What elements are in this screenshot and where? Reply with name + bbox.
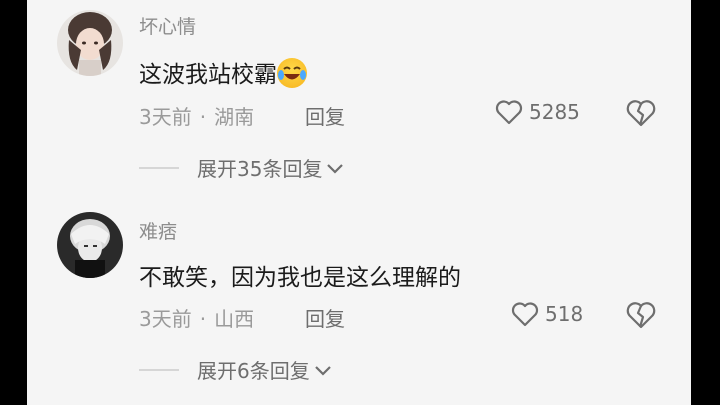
divider-line: [139, 166, 179, 169]
comment-meta: 3天前 · 山西: [139, 303, 254, 332]
reply-button[interactable]: 回复: [305, 101, 345, 130]
like-button[interactable]: 518: [511, 301, 583, 327]
comment-time: 3天前: [139, 307, 192, 331]
comment-time: 3天前: [139, 105, 192, 129]
comment-item: 坏心情 这波我站校霸 3天前 · 湖南 回复 5285 展开35条回复: [27, 0, 691, 200]
divider-line: [139, 368, 179, 371]
expand-replies-button[interactable]: 展开35条回复: [139, 153, 346, 182]
dislike-button[interactable]: [625, 300, 657, 330]
username[interactable]: 难痞: [139, 217, 177, 244]
expand-replies-button[interactable]: 展开6条回复: [139, 355, 334, 384]
username[interactable]: 坏心情: [139, 12, 196, 39]
broken-heart-icon: [626, 302, 656, 329]
chevron-down-icon: [327, 163, 344, 174]
broken-heart-icon: [626, 100, 656, 127]
comment-list: 坏心情 这波我站校霸 3天前 · 湖南 回复 5285 展开35条回复 难痞 不…: [27, 0, 691, 405]
avatar[interactable]: [57, 10, 123, 76]
meta-separator: ·: [199, 105, 207, 129]
comment-text: 不敢笑，因为我也是这么理解的: [139, 258, 461, 292]
laughing-crying-emoji-icon: [277, 58, 307, 88]
heart-outline-icon: [511, 302, 539, 327]
chevron-down-icon: [314, 365, 331, 376]
comment-text-content: 这波我站校霸: [139, 62, 277, 88]
like-button[interactable]: 5285: [495, 99, 580, 125]
expand-replies-label: 展开35条回复: [197, 157, 323, 181]
meta-separator: ·: [199, 307, 207, 331]
comment-meta: 3天前 · 湖南: [139, 101, 254, 130]
like-count: 518: [545, 302, 584, 326]
comment-location: 湖南: [214, 105, 255, 129]
reply-button[interactable]: 回复: [305, 303, 345, 332]
dislike-button[interactable]: [625, 98, 657, 128]
comment-text: 这波我站校霸: [139, 55, 307, 89]
comment-text-content: 不敢笑，因为我也是这么理解的: [139, 265, 461, 291]
comment-item: 难痞 不敢笑，因为我也是这么理解的 3天前 · 山西 回复 518 展开6条回复: [27, 200, 691, 405]
expand-replies-label: 展开6条回复: [197, 359, 310, 383]
avatar[interactable]: [57, 212, 123, 278]
comment-location: 山西: [214, 307, 255, 331]
heart-outline-icon: [495, 100, 523, 125]
like-count: 5285: [529, 100, 580, 124]
